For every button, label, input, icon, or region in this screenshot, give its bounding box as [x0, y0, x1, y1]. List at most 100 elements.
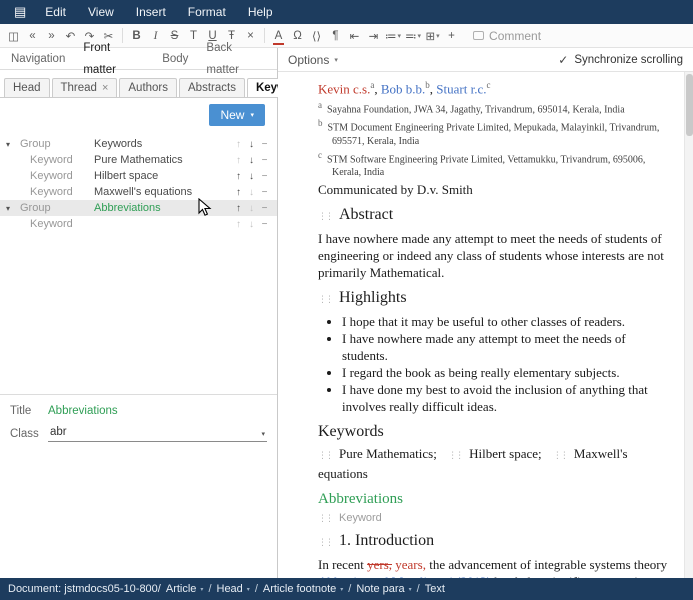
vertical-scrollbar[interactable]	[684, 72, 693, 578]
new-button[interactable]: New ▾	[209, 104, 265, 126]
tree-row-keyword-pure-mathematics[interactable]: Keyword Pure Mathematics ↑ ↓ −	[0, 152, 277, 168]
expand-triangle-icon[interactable]: ▾	[6, 204, 20, 213]
keywords-heading[interactable]: Keywords	[318, 423, 670, 441]
go-next-icon[interactable]: »	[42, 26, 61, 46]
move-up-icon[interactable]: ↑	[232, 187, 245, 198]
remove-icon[interactable]: −	[258, 171, 271, 182]
move-down-icon[interactable]: ↓	[245, 171, 258, 182]
special-character-icon[interactable]: Ω	[288, 26, 307, 46]
tree-row-keyword-maxwells-equations[interactable]: Keyword Maxwell's equations ↑ ↓ −	[0, 184, 277, 200]
abbreviations-heading[interactable]: Abbreviations	[318, 490, 670, 508]
app-menu-icon[interactable]: ▤	[6, 4, 34, 20]
numbered-list-icon[interactable]: ≕▾	[403, 26, 423, 46]
highlight-item[interactable]: I have nowhere made any attempt to meet …	[342, 330, 670, 364]
expand-triangle-icon[interactable]: ▾	[6, 140, 20, 149]
comment-button[interactable]: Comment	[473, 29, 541, 43]
move-down-icon[interactable]: ↓	[245, 187, 258, 198]
move-down-icon[interactable]: ↓	[245, 155, 258, 166]
drag-handle-icon[interactable]: ⋮⋮	[448, 451, 462, 461]
drag-handle-icon[interactable]: ⋮⋮	[318, 212, 332, 222]
indent-decrease-icon[interactable]: ⇤	[345, 26, 364, 46]
breadcrumb-article-footnote[interactable]: Article footnote▾	[263, 583, 343, 595]
menu-help[interactable]: Help	[237, 0, 284, 24]
go-previous-icon[interactable]: «	[23, 26, 42, 46]
remove-icon[interactable]: −	[258, 187, 271, 198]
move-down-icon[interactable]: ↓	[245, 219, 258, 230]
tab-head[interactable]: Head	[4, 78, 50, 97]
move-up-icon[interactable]: ↑	[232, 155, 245, 166]
move-down-icon[interactable]: ↓	[245, 203, 258, 214]
indent-increase-icon[interactable]: ⇥	[364, 26, 383, 46]
affiliation-footnote[interactable]: bSTM Document Engineering Private Limite…	[318, 117, 670, 147]
introduction-paragraph[interactable]: In recent yers, years, the advancement o…	[318, 556, 670, 578]
move-down-icon[interactable]: ↓	[245, 139, 258, 150]
menu-insert[interactable]: Insert	[125, 0, 177, 24]
move-up-icon[interactable]: ↑	[232, 171, 245, 182]
class-select[interactable]: abr ▾	[48, 425, 267, 442]
authors-line[interactable]: Kevin c.s.a, Bob b.b.b, Stuart r.c.c	[318, 80, 670, 96]
menu-format[interactable]: Format	[177, 0, 237, 24]
remove-icon[interactable]: −	[258, 139, 271, 150]
tab-navigation[interactable]: Navigation	[2, 48, 74, 70]
menu-view[interactable]: View	[77, 0, 125, 24]
document-content[interactable]: Kevin c.s.a, Bob b.b.b, Stuart r.c.c aSa…	[318, 80, 670, 578]
document-canvas[interactable]: Kevin c.s.a, Bob b.b.b, Stuart r.c.c aSa…	[278, 72, 693, 578]
move-up-icon[interactable]: ↑	[232, 203, 245, 214]
move-up-icon[interactable]: ↑	[232, 219, 245, 230]
bullet-list-icon[interactable]: ≔▾	[383, 26, 403, 46]
abstract-paragraph[interactable]: I have nowhere made any attempt to meet …	[318, 230, 670, 281]
tab-thread[interactable]: Thread×	[52, 78, 118, 97]
citation-link[interactable]: Ablowitz and Musslimani (2013)	[318, 574, 491, 578]
author-name[interactable]: Stuart r.c.	[436, 81, 486, 96]
tree-row-group-keywords[interactable]: ▾ Group Keywords ↑ ↓ −	[0, 136, 277, 152]
breadcrumb-head[interactable]: Head▾	[217, 583, 250, 595]
remove-icon[interactable]: −	[258, 219, 271, 230]
table-icon[interactable]: ⊞▾	[423, 26, 442, 46]
drag-handle-icon[interactable]: ⋮⋮	[318, 538, 332, 548]
title-value[interactable]: Abbreviations	[48, 405, 118, 417]
menu-edit[interactable]: Edit	[34, 0, 77, 24]
drag-handle-icon[interactable]: ⋮⋮	[553, 451, 567, 461]
abstract-heading[interactable]: ⋮⋮Abstract	[318, 206, 670, 226]
highlight-item[interactable]: I hope that it may be useful to other cl…	[342, 313, 670, 330]
affiliation-footnote[interactable]: aSayahna Foundation, JWA 34, Jagathy, Tr…	[318, 99, 670, 116]
font-color-icon[interactable]: A	[269, 26, 288, 46]
breadcrumb-document[interactable]: Document: jstmdocs05-10-800/	[8, 583, 161, 595]
tree-row-group-abbreviations[interactable]: ▾ Group Abbreviations ↑ ↓ −	[0, 200, 277, 216]
author-name[interactable]: Bob b.b.	[381, 81, 425, 96]
breadcrumb-note-para[interactable]: Note para▾	[356, 583, 411, 595]
tab-body[interactable]: Body	[153, 48, 197, 70]
abbreviation-placeholder[interactable]: ⋮⋮Keyword	[318, 512, 670, 524]
breadcrumb-text[interactable]: Text	[425, 583, 445, 595]
remove-icon[interactable]: −	[258, 155, 271, 166]
highlight-item[interactable]: I regard the book as being really elemen…	[342, 364, 670, 381]
synchronize-scrolling-checkbox[interactable]: ✓ Synchronize scrolling	[558, 53, 683, 67]
options-button[interactable]: Options ▾	[288, 53, 338, 67]
paragraph-icon[interactable]: ¶	[326, 26, 345, 46]
move-up-icon[interactable]: ↑	[232, 139, 245, 150]
deleted-text[interactable]: yers,	[367, 557, 392, 572]
drag-handle-icon[interactable]: ⋮⋮	[318, 514, 332, 524]
tab-authors[interactable]: Authors	[119, 78, 177, 97]
tab-abstracts[interactable]: Abstracts	[179, 78, 245, 97]
breadcrumb-article[interactable]: Article▾	[166, 583, 204, 595]
highlight-item[interactable]: I have done my best to avoid the inclusi…	[342, 381, 670, 415]
drag-handle-icon[interactable]: ⋮⋮	[318, 295, 332, 305]
communicated-line[interactable]: Communicated by D.v. Smith	[318, 182, 670, 198]
strikethrough-icon[interactable]: S	[165, 26, 184, 46]
inserted-text[interactable]: years,	[395, 557, 426, 572]
inline-markup-icon[interactable]: ⟨⟩	[307, 26, 326, 46]
tree-row-keyword-empty[interactable]: Keyword ↑ ↓ −	[0, 216, 277, 232]
keyword-item[interactable]: Hilbert space;	[469, 446, 542, 461]
author-name[interactable]: Kevin c.s.	[318, 81, 370, 96]
drag-handle-icon[interactable]: ⋮⋮	[318, 451, 332, 461]
scrollbar-thumb[interactable]	[686, 74, 693, 136]
keyword-item[interactable]: Pure Mathematics;	[339, 446, 437, 461]
close-icon[interactable]: ×	[102, 82, 108, 94]
highlights-heading[interactable]: ⋮⋮Highlights	[318, 289, 670, 309]
anchor-icon[interactable]: +	[442, 26, 461, 46]
affiliation-footnote[interactable]: cSTM Software Engineering Private Limite…	[318, 149, 670, 179]
remove-icon[interactable]: −	[258, 203, 271, 214]
introduction-heading[interactable]: ⋮⋮1. Introduction	[318, 532, 670, 552]
panel-layout-icon[interactable]: ◫	[4, 26, 23, 46]
